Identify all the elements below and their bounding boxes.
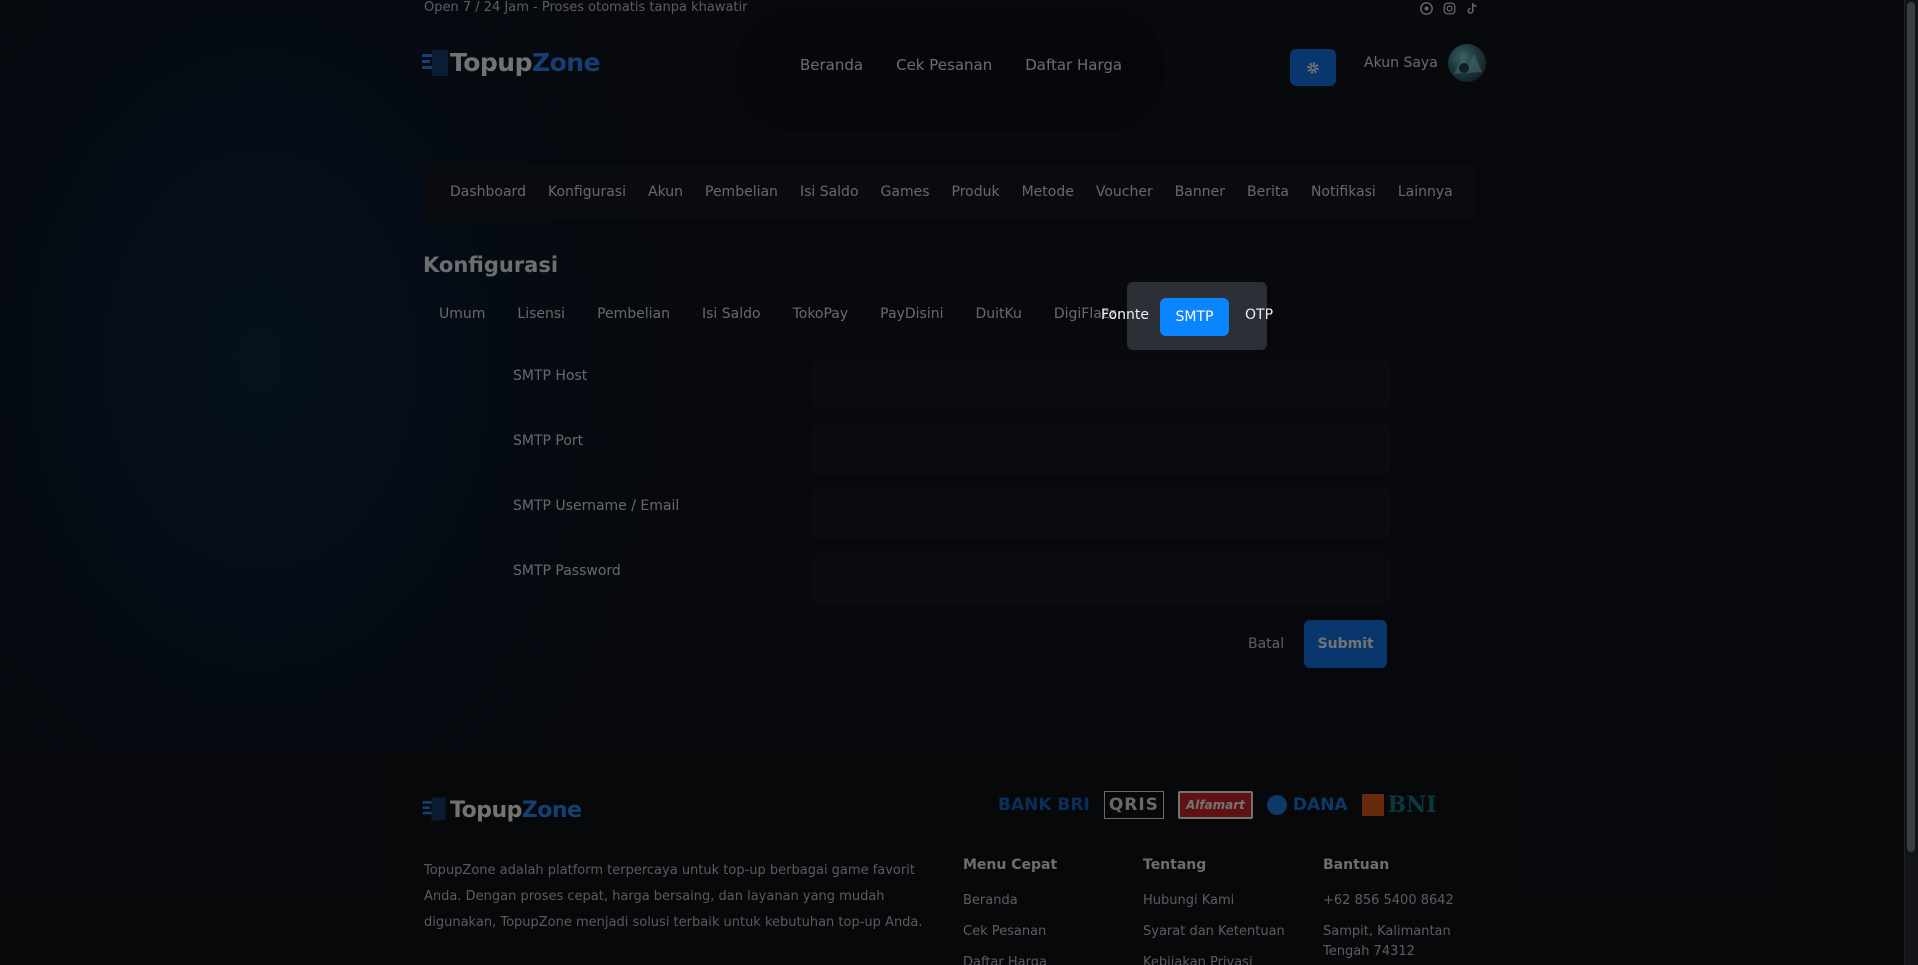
settings-button[interactable]	[1290, 49, 1336, 86]
footer-col-menu-cepat: Menu Cepat Beranda Cek Pesanan Daftar Ha…	[963, 857, 1057, 965]
page-title: Konfigurasi	[423, 253, 559, 277]
smtp-username-input[interactable]	[813, 490, 1389, 538]
avatar	[1447, 44, 1486, 82]
payment-logos: BANK BRI QRIS Alfamart DANA BNI	[998, 791, 1437, 819]
dana-text: DANA	[1292, 795, 1348, 815]
bni-mark-icon	[1361, 794, 1384, 816]
scrollbar[interactable]	[1904, 0, 1918, 965]
tab-paydisini[interactable]: PayDisini	[880, 306, 943, 322]
scrollbar-thumb[interactable]	[1907, 2, 1915, 852]
admin-nav-games[interactable]: Games	[881, 184, 930, 200]
logo-text-part1: Topup	[450, 47, 533, 77]
nav-cek-pesanan[interactable]: Cek Pesanan	[896, 56, 992, 74]
bank-bri-logo: BANK BRI	[998, 795, 1090, 815]
instagram-icon[interactable]	[1442, 1, 1456, 15]
cancel-button[interactable]: Batal	[1248, 636, 1284, 652]
tab-otp[interactable]: OTP	[1245, 307, 1273, 323]
smtp-port-input[interactable]	[813, 425, 1389, 473]
form-actions: Batal Submit	[1248, 620, 1388, 668]
tab-fonnte-spotlight[interactable]: Fonnte	[1101, 307, 1149, 323]
smtp-username-label: SMTP Username / Email	[513, 498, 680, 514]
smtp-host-input[interactable]	[813, 360, 1389, 408]
footer-col-title: Tentang	[1143, 857, 1207, 873]
tab-umum[interactable]: Umum	[439, 306, 485, 322]
social-links	[1419, 1, 1479, 15]
footer-logo-mark-icon	[422, 794, 446, 826]
logo-text-part2: Zone	[532, 47, 601, 77]
site-header: TopupZone Beranda Cek Pesanan Daftar Har…	[0, 8, 1904, 132]
submit-button[interactable]: Submit	[1304, 620, 1388, 668]
footer-col-title: Menu Cepat	[963, 857, 1058, 873]
main-nav: Beranda Cek Pesanan Daftar Harga	[800, 56, 1122, 74]
logo-text: TopupZone	[450, 47, 601, 77]
admin-nav-notifikasi[interactable]: Notifikasi	[1311, 184, 1376, 200]
footer-link-kebijakan[interactable]: Kebijakan Privasi	[1143, 953, 1285, 965]
footer-link-syarat[interactable]: Syarat dan Ketentuan	[1143, 922, 1285, 942]
footer-link-cek-pesanan[interactable]: Cek Pesanan	[963, 922, 1057, 942]
qris-logo: QRIS	[1103, 791, 1164, 819]
admin-nav-metode[interactable]: Metode	[1022, 184, 1074, 200]
footer-logo-part2: Zone	[521, 797, 582, 823]
smtp-password-input[interactable]	[813, 555, 1389, 603]
admin-nav-dashboard[interactable]: Dashboard	[450, 184, 526, 200]
admin-nav-isi-saldo[interactable]: Isi Saldo	[800, 184, 859, 200]
admin-nav-akun[interactable]: Akun	[648, 184, 683, 200]
footer-link-beranda[interactable]: Beranda	[963, 891, 1057, 911]
account-label: Akun Saya	[1364, 55, 1438, 71]
gear-icon	[1307, 61, 1319, 74]
footer-description: TopupZone adalah platform terpercaya unt…	[424, 863, 923, 930]
footer-logo[interactable]: TopupZone	[422, 794, 582, 826]
footer-link-daftar-harga[interactable]: Daftar Harga	[963, 953, 1057, 965]
bni-logo: BNI	[1361, 791, 1437, 819]
tiktok-icon[interactable]	[1465, 1, 1479, 15]
footer-link-hubungi-kami[interactable]: Hubungi Kami	[1143, 891, 1285, 911]
admin-nav-voucher[interactable]: Voucher	[1096, 184, 1153, 200]
topbar-tagline: Open 7 / 24 Jam - Proses otomatis tanpa …	[424, 0, 748, 15]
tab-pembelian[interactable]: Pembelian	[597, 306, 670, 322]
footer-address: Sampit, Kalimantan Tengah 74312	[1323, 924, 1451, 959]
page-content: Open 7 / 24 Jam - Proses otomatis tanpa …	[0, 0, 1918, 965]
nav-beranda[interactable]: Beranda	[800, 56, 863, 74]
bni-text: BNI	[1387, 792, 1437, 818]
admin-nav-konfigurasi[interactable]: Konfigurasi	[548, 184, 626, 200]
footer-col-title: Bantuan	[1323, 857, 1390, 873]
tab-lisensi[interactable]: Lisensi	[517, 306, 565, 322]
site-footer: TopupZone BANK BRI QRIS Alfamart DANA BN…	[0, 752, 1904, 965]
dana-mark-icon	[1266, 795, 1287, 815]
dana-logo: DANA	[1266, 791, 1348, 819]
nav-daftar-harga[interactable]: Daftar Harga	[1025, 56, 1122, 74]
smtp-port-label: SMTP Port	[513, 433, 584, 449]
footer-col-tentang: Tentang Hubungi Kami Syarat dan Ketentua…	[1143, 857, 1285, 965]
config-tabs: Umum Lisensi Pembelian Isi Saldo TokoPay…	[439, 306, 1149, 322]
whatsapp-icon[interactable]	[1419, 1, 1433, 15]
admin-nav-banner[interactable]: Banner	[1175, 184, 1225, 200]
alfamart-logo: Alfamart	[1177, 791, 1253, 819]
tab-duitku[interactable]: DuitKu	[975, 306, 1021, 322]
account-menu[interactable]: Akun Saya	[1364, 44, 1486, 82]
logo-mark-icon	[422, 46, 448, 78]
admin-nav: Dashboard Konfigurasi Akun Pembelian Isi…	[424, 164, 1476, 220]
smtp-password-label: SMTP Password	[513, 563, 621, 579]
footer-phone[interactable]: +62 856 5400 8642	[1323, 891, 1473, 911]
site-logo[interactable]: TopupZone	[422, 46, 601, 78]
tab-smtp[interactable]: SMTP	[1160, 298, 1229, 336]
admin-nav-berita[interactable]: Berita	[1247, 184, 1289, 200]
admin-nav-lainnya[interactable]: Lainnya	[1398, 184, 1453, 200]
smtp-host-label: SMTP Host	[513, 368, 588, 384]
tab-tokopay[interactable]: TokoPay	[793, 306, 849, 322]
tab-isi-saldo[interactable]: Isi Saldo	[702, 306, 761, 322]
footer-logo-part1: Topup	[450, 797, 522, 823]
footer-col-bantuan: Bantuan +62 856 5400 8642 Sampit, Kalima…	[1323, 857, 1473, 965]
admin-nav-produk[interactable]: Produk	[952, 184, 1000, 200]
footer-logo-text: TopupZone	[450, 798, 582, 823]
admin-nav-pembelian[interactable]: Pembelian	[705, 184, 778, 200]
